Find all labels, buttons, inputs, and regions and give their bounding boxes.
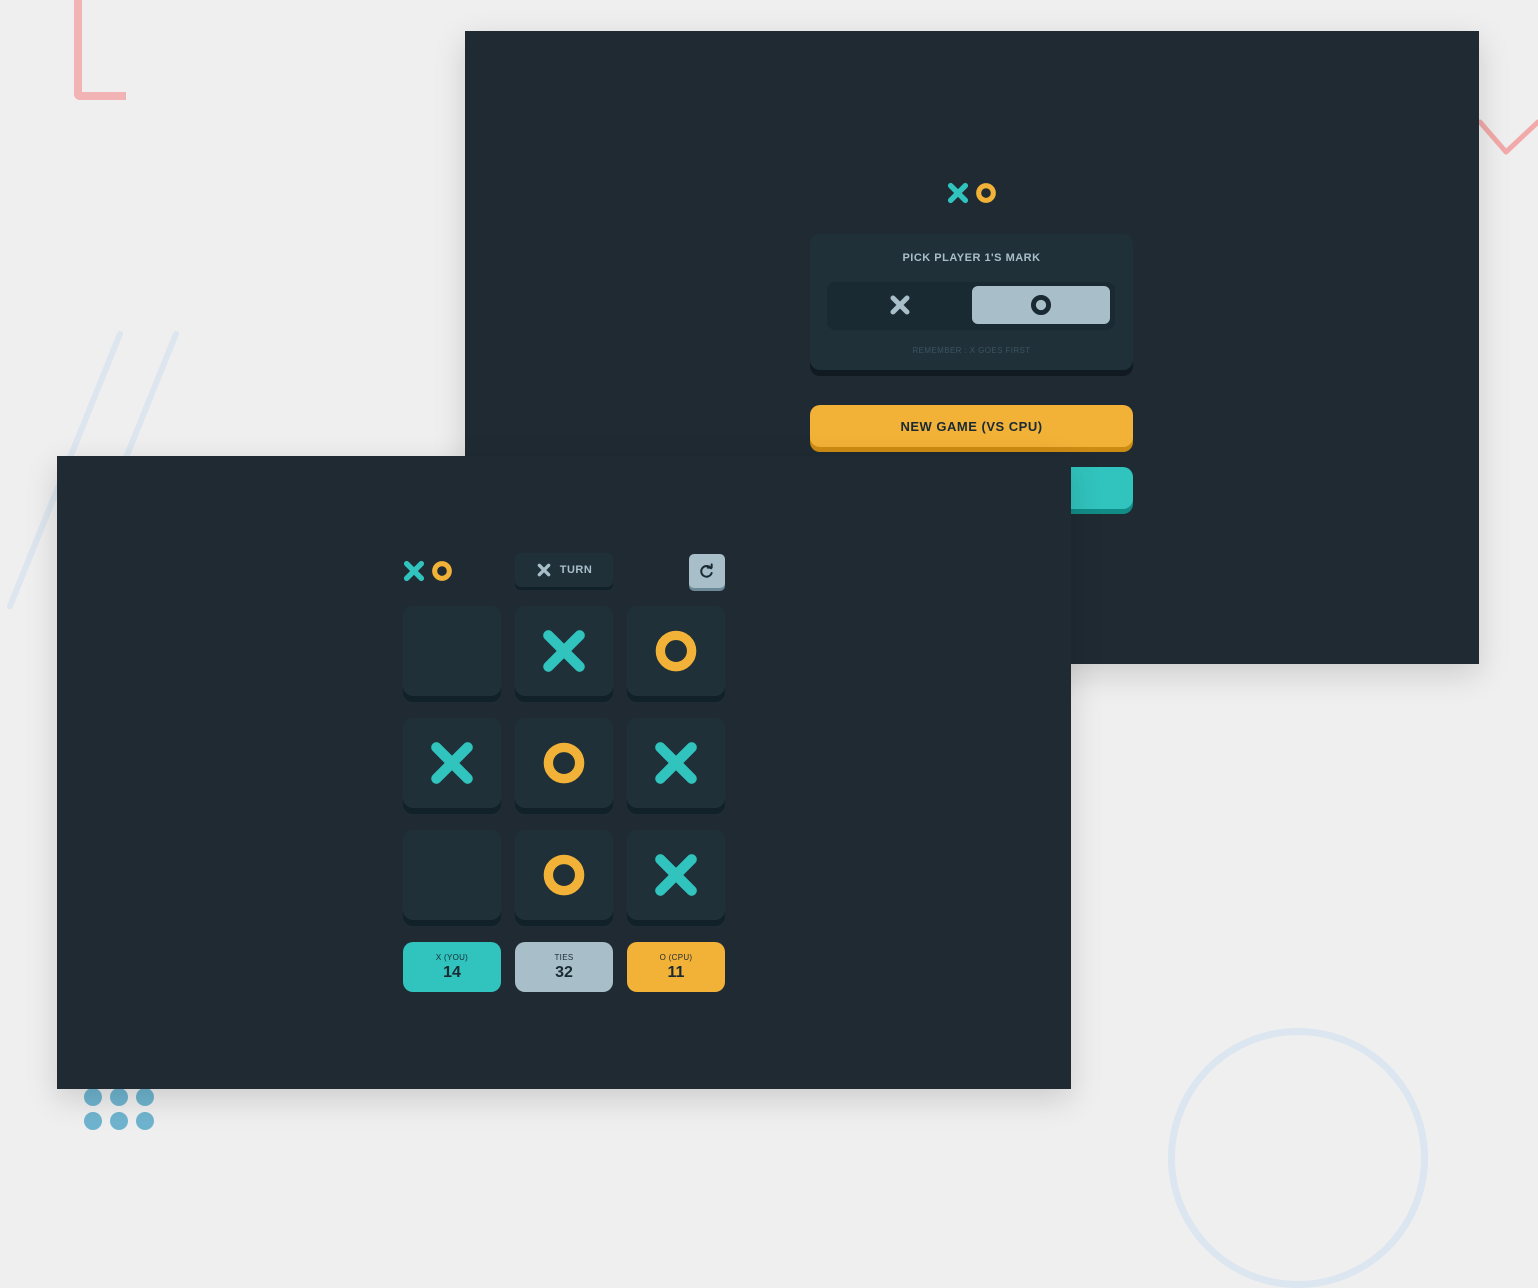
decor-circle xyxy=(1168,1028,1428,1288)
pick-o-button[interactable] xyxy=(972,286,1110,324)
o-mark-icon xyxy=(655,630,697,672)
turn-label: TURN xyxy=(559,564,593,576)
score-label: X (YOU) xyxy=(435,952,469,962)
mark-toggle xyxy=(827,282,1115,330)
turn-indicator: TURN xyxy=(515,553,613,587)
score-label: O (CPU) xyxy=(659,952,693,962)
score-o: O (CPU) 11 xyxy=(627,942,725,992)
o-mark-icon xyxy=(1030,294,1052,316)
o-mark-icon xyxy=(976,183,996,203)
score-x: X (YOU) 14 xyxy=(403,942,501,992)
x-mark-icon xyxy=(655,742,697,784)
x-mark-icon xyxy=(543,630,585,672)
score-ties: TIES 32 xyxy=(515,942,613,992)
x-mark-icon xyxy=(655,854,697,896)
x-mark-icon xyxy=(431,742,473,784)
restart-button[interactable] xyxy=(689,554,725,588)
pick-mark-title: PICK PLAYER 1'S MARK xyxy=(902,252,1041,264)
pick-mark-card: PICK PLAYER 1'S MARK REMEMBER : X GOES F… xyxy=(810,234,1133,370)
decor-l-shape xyxy=(74,0,126,100)
score-value: 32 xyxy=(555,963,573,981)
x-mark-icon xyxy=(403,560,425,582)
decor-dots xyxy=(84,1088,164,1130)
o-mark-icon xyxy=(432,561,452,581)
x-mark-icon xyxy=(947,182,969,204)
game-screen: TURN X (YOU) 14 TIES 32 O (CPU) 11 xyxy=(57,456,1071,1089)
board-cell[interactable] xyxy=(627,718,725,808)
board-cell[interactable] xyxy=(627,606,725,696)
board-cell[interactable] xyxy=(515,718,613,808)
decor-zigzag xyxy=(1478,119,1538,155)
logo xyxy=(403,560,453,582)
board-cell[interactable] xyxy=(627,830,725,920)
board-cell[interactable] xyxy=(403,606,501,696)
board-cell[interactable] xyxy=(515,606,613,696)
board-cell[interactable] xyxy=(403,718,501,808)
x-mark-icon xyxy=(890,295,910,315)
o-mark-icon xyxy=(543,742,585,784)
new-game-cpu-button[interactable]: NEW GAME (VS CPU) xyxy=(810,405,1133,447)
o-mark-icon xyxy=(543,854,585,896)
restart-icon xyxy=(700,563,713,578)
score-value: 11 xyxy=(667,963,685,981)
pick-hint: REMEMBER : X GOES FIRST xyxy=(912,346,1031,355)
score-label: TIES xyxy=(554,952,574,962)
score-value: 14 xyxy=(443,963,461,981)
board-cell[interactable] xyxy=(403,830,501,920)
x-mark-icon xyxy=(537,563,551,577)
board-cell[interactable] xyxy=(515,830,613,920)
pick-x-button[interactable] xyxy=(831,286,969,324)
logo xyxy=(947,182,997,204)
